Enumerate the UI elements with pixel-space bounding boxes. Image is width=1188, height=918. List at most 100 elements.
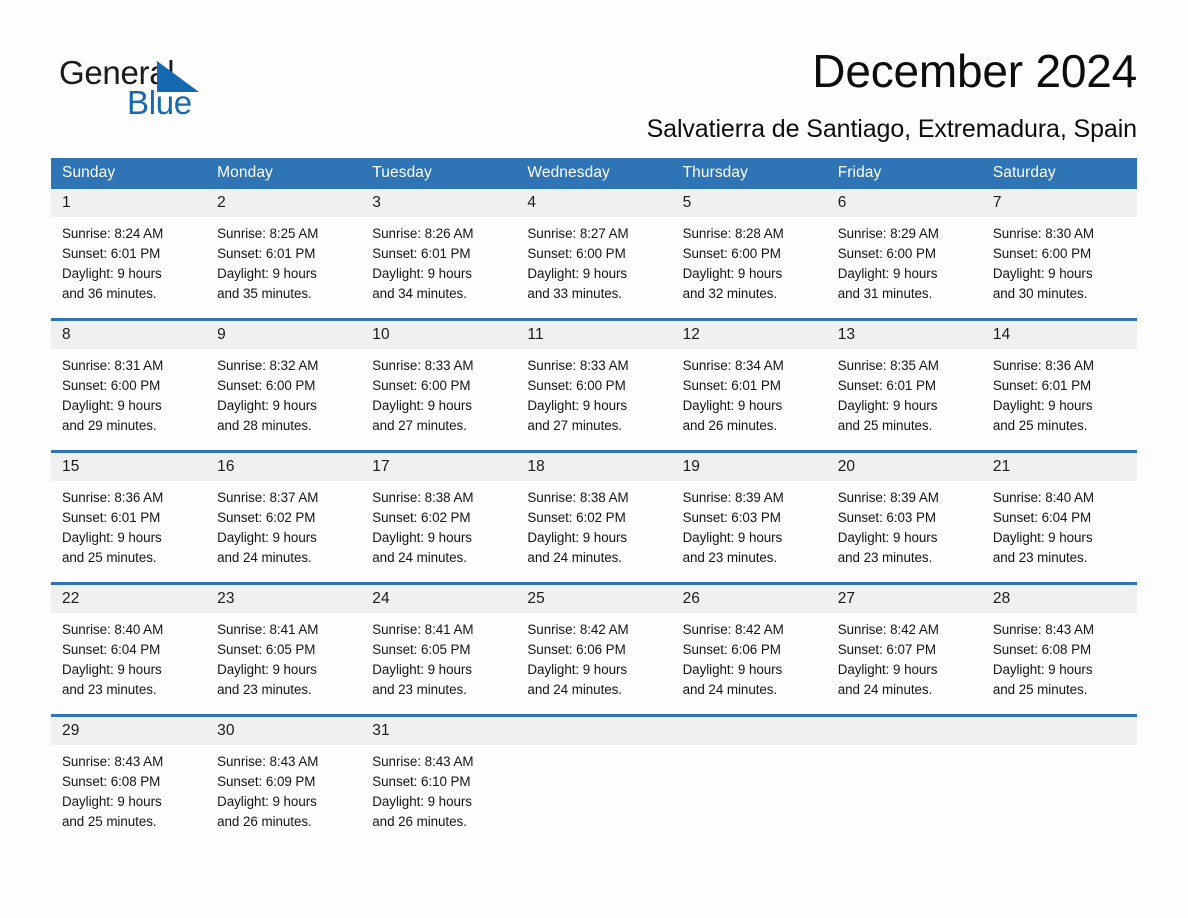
calendar-week-row: 8 Sunrise: 8:31 AM Sunset: 6:00 PM Dayli…	[51, 318, 1137, 452]
day-cell[interactable]: 11 Sunrise: 8:33 AM Sunset: 6:00 PM Dayl…	[516, 318, 672, 452]
weekday-header-saturday: Saturday	[981, 158, 1137, 189]
daylight-text-line1: Daylight: 9 hours	[372, 794, 472, 809]
sunrise-text: Sunrise: 8:29 AM	[837, 226, 939, 241]
day-number: 2	[206, 189, 362, 217]
day-details: Sunrise: 8:35 AM Sunset: 6:01 PM Dayligh…	[827, 349, 982, 450]
day-details: Sunrise: 8:40 AM Sunset: 6:04 PM Dayligh…	[51, 613, 206, 714]
sunrise-text: Sunrise: 8:42 AM	[682, 622, 784, 637]
calendar-week-row: 29 Sunrise: 8:43 AM Sunset: 6:08 PM Dayl…	[51, 714, 1137, 846]
day-cell[interactable]: 22 Sunrise: 8:40 AM Sunset: 6:04 PM Dayl…	[51, 582, 207, 716]
day-cell[interactable]: 31 Sunrise: 8:43 AM Sunset: 6:10 PM Dayl…	[361, 714, 517, 846]
day-number	[671, 717, 827, 745]
sunset-text: Sunset: 6:01 PM	[62, 510, 161, 525]
day-cell[interactable]: 3 Sunrise: 8:26 AM Sunset: 6:01 PM Dayli…	[361, 189, 517, 320]
day-cell[interactable]: 14 Sunrise: 8:36 AM Sunset: 6:01 PM Dayl…	[981, 318, 1137, 452]
day-details: Sunrise: 8:42 AM Sunset: 6:06 PM Dayligh…	[672, 613, 827, 714]
day-cell[interactable]: 16 Sunrise: 8:37 AM Sunset: 6:02 PM Dayl…	[206, 450, 362, 584]
sunrise-text: Sunrise: 8:43 AM	[217, 754, 319, 769]
day-cell[interactable]: 8 Sunrise: 8:31 AM Sunset: 6:00 PM Dayli…	[51, 318, 207, 452]
day-number: 21	[981, 453, 1137, 481]
sunset-text: Sunset: 6:00 PM	[527, 378, 626, 393]
day-details: Sunrise: 8:26 AM Sunset: 6:01 PM Dayligh…	[361, 217, 516, 318]
calendar-week-row: 15 Sunrise: 8:36 AM Sunset: 6:01 PM Dayl…	[51, 450, 1137, 584]
day-cell[interactable]: 9 Sunrise: 8:32 AM Sunset: 6:00 PM Dayli…	[206, 318, 362, 452]
sunrise-text: Sunrise: 8:36 AM	[62, 490, 164, 505]
day-number: 7	[981, 189, 1137, 217]
daylight-text-line1: Daylight: 9 hours	[837, 398, 938, 413]
sunrise-text: Sunrise: 8:39 AM	[682, 490, 784, 505]
sunrise-text: Sunrise: 8:26 AM	[372, 226, 474, 241]
day-cell[interactable]: 13 Sunrise: 8:35 AM Sunset: 6:01 PM Dayl…	[826, 318, 982, 452]
sunset-text: Sunset: 6:10 PM	[372, 774, 471, 789]
daylight-text-line1: Daylight: 9 hours	[682, 530, 783, 545]
day-cell[interactable]: 24 Sunrise: 8:41 AM Sunset: 6:05 PM Dayl…	[361, 582, 517, 716]
day-cell[interactable]: 29 Sunrise: 8:43 AM Sunset: 6:08 PM Dayl…	[51, 714, 207, 846]
daylight-text-line2: and 24 minutes.	[372, 550, 467, 565]
day-cell[interactable]: 23 Sunrise: 8:41 AM Sunset: 6:05 PM Dayl…	[206, 582, 362, 716]
day-cell[interactable]: 15 Sunrise: 8:36 AM Sunset: 6:01 PM Dayl…	[51, 450, 207, 584]
day-number	[981, 717, 1137, 745]
day-cell[interactable]: 25 Sunrise: 8:42 AM Sunset: 6:06 PM Dayl…	[516, 582, 672, 716]
daylight-text-line1: Daylight: 9 hours	[682, 266, 783, 281]
day-cell[interactable]: 26 Sunrise: 8:42 AM Sunset: 6:06 PM Dayl…	[671, 582, 827, 716]
day-cell[interactable]: 2 Sunrise: 8:25 AM Sunset: 6:01 PM Dayli…	[206, 189, 362, 320]
day-cell[interactable]: 20 Sunrise: 8:39 AM Sunset: 6:03 PM Dayl…	[826, 450, 982, 584]
day-details: Sunrise: 8:39 AM Sunset: 6:03 PM Dayligh…	[827, 481, 982, 582]
daylight-text-line2: and 30 minutes.	[992, 286, 1088, 301]
day-cell[interactable]: 4 Sunrise: 8:27 AM Sunset: 6:00 PM Dayli…	[516, 189, 672, 320]
day-number: 11	[516, 321, 672, 349]
day-details: Sunrise: 8:36 AM Sunset: 6:01 PM Dayligh…	[982, 349, 1137, 450]
day-cell[interactable]: 10 Sunrise: 8:33 AM Sunset: 6:00 PM Dayl…	[361, 318, 517, 452]
day-number: 26	[671, 585, 827, 613]
day-cell[interactable]: 27 Sunrise: 8:42 AM Sunset: 6:07 PM Dayl…	[826, 582, 982, 716]
general-blue-logo[interactable]: General Blue	[59, 56, 259, 128]
sunset-text: Sunset: 6:03 PM	[837, 510, 936, 525]
page-header: General Blue December 2024 Salvatierra d…	[51, 44, 1137, 149]
day-number: 13	[826, 321, 982, 349]
day-details: Sunrise: 8:31 AM Sunset: 6:00 PM Dayligh…	[51, 349, 206, 450]
day-cell[interactable]: 19 Sunrise: 8:39 AM Sunset: 6:03 PM Dayl…	[671, 450, 827, 584]
daylight-text-line2: and 32 minutes.	[682, 286, 778, 301]
day-number: 1	[51, 189, 207, 217]
sunrise-text: Sunrise: 8:43 AM	[992, 622, 1095, 637]
sunrise-text: Sunrise: 8:25 AM	[217, 226, 319, 241]
day-details: Sunrise: 8:33 AM Sunset: 6:00 PM Dayligh…	[516, 349, 671, 450]
sunrise-text: Sunrise: 8:27 AM	[527, 226, 629, 241]
sunrise-text: Sunrise: 8:40 AM	[62, 622, 164, 637]
day-cell[interactable]: 18 Sunrise: 8:38 AM Sunset: 6:02 PM Dayl…	[516, 450, 672, 584]
day-details	[827, 745, 982, 846]
daylight-text-line1: Daylight: 9 hours	[62, 662, 162, 677]
day-number	[516, 717, 672, 745]
sunrise-text: Sunrise: 8:32 AM	[217, 358, 319, 373]
daylight-text-line1: Daylight: 9 hours	[682, 662, 783, 677]
daylight-text-line1: Daylight: 9 hours	[837, 266, 938, 281]
day-details: Sunrise: 8:38 AM Sunset: 6:02 PM Dayligh…	[516, 481, 671, 582]
day-cell[interactable]: 30 Sunrise: 8:43 AM Sunset: 6:09 PM Dayl…	[206, 714, 362, 846]
sunset-text: Sunset: 6:04 PM	[992, 510, 1092, 525]
day-cell[interactable]: 1 Sunrise: 8:24 AM Sunset: 6:01 PM Dayli…	[51, 189, 207, 320]
day-number: 9	[206, 321, 362, 349]
day-cell[interactable]: 5 Sunrise: 8:28 AM Sunset: 6:00 PM Dayli…	[671, 189, 827, 320]
sunset-text: Sunset: 6:01 PM	[992, 378, 1092, 393]
daylight-text-line1: Daylight: 9 hours	[217, 794, 317, 809]
day-number: 8	[51, 321, 207, 349]
daylight-text-line2: and 26 minutes.	[372, 814, 467, 829]
day-cell[interactable]: 7 Sunrise: 8:30 AM Sunset: 6:00 PM Dayli…	[981, 189, 1137, 320]
day-cell[interactable]: 28 Sunrise: 8:43 AM Sunset: 6:08 PM Dayl…	[981, 582, 1137, 716]
day-cell[interactable]: 6 Sunrise: 8:29 AM Sunset: 6:00 PM Dayli…	[826, 189, 982, 320]
sunrise-text: Sunrise: 8:38 AM	[372, 490, 474, 505]
day-details: Sunrise: 8:43 AM Sunset: 6:08 PM Dayligh…	[51, 745, 206, 846]
sunrise-text: Sunrise: 8:28 AM	[682, 226, 784, 241]
day-cell[interactable]: 12 Sunrise: 8:34 AM Sunset: 6:01 PM Dayl…	[671, 318, 827, 452]
day-details: Sunrise: 8:28 AM Sunset: 6:00 PM Dayligh…	[672, 217, 827, 318]
daylight-text-line2: and 23 minutes.	[62, 682, 157, 697]
day-cell[interactable]: 17 Sunrise: 8:38 AM Sunset: 6:02 PM Dayl…	[361, 450, 517, 584]
daylight-text-line1: Daylight: 9 hours	[217, 398, 317, 413]
day-cell[interactable]: 21 Sunrise: 8:40 AM Sunset: 6:04 PM Dayl…	[981, 450, 1137, 584]
sunset-text: Sunset: 6:05 PM	[372, 642, 471, 657]
daylight-text-line2: and 28 minutes.	[217, 418, 312, 433]
day-details: Sunrise: 8:43 AM Sunset: 6:10 PM Dayligh…	[361, 745, 516, 846]
day-number: 10	[361, 321, 517, 349]
sunset-text: Sunset: 6:01 PM	[62, 246, 161, 261]
daylight-text-line1: Daylight: 9 hours	[992, 266, 1093, 281]
